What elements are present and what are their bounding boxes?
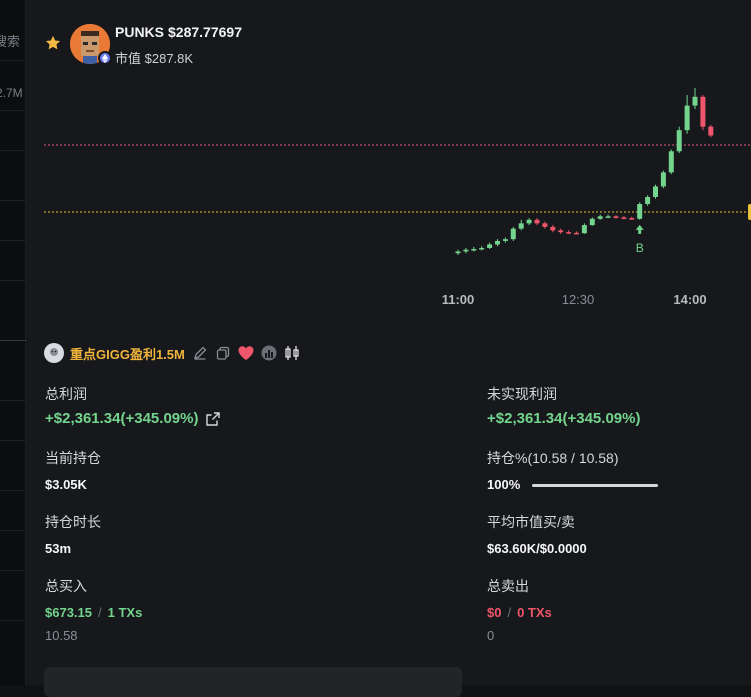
candles-group: [455, 88, 714, 255]
candle-body: [558, 230, 564, 233]
candle-body: [613, 216, 619, 218]
market-cap-label: 市值: [115, 51, 142, 66]
holding-pct-value-row: 100%: [487, 477, 659, 492]
candle-body: [463, 249, 469, 252]
current-holding-value: $3.05K: [45, 477, 87, 492]
total-profit-stat: 总利润 +$2,361.34(+345.09%): [45, 384, 221, 427]
avg-mcap-value: $63.60K/$0.0000: [487, 541, 587, 556]
total-sell-txs: 0 TXs: [517, 605, 552, 620]
trader-name: 重点GIGG盈利1.5M: [70, 346, 185, 362]
candle-body: [645, 196, 651, 205]
total-sell-sub: 0: [487, 628, 495, 643]
candle-body: [566, 232, 572, 234]
candle-body: [676, 130, 682, 152]
holding-pct-value: 100%: [487, 477, 521, 492]
current-holding-label: 当前持仓: [45, 450, 101, 466]
candle-body: [534, 219, 540, 224]
background-value-fragment: 2.7M: [0, 86, 23, 100]
candle-body: [653, 186, 658, 197]
candle-body: [629, 218, 635, 220]
candle-body: [574, 232, 579, 235]
candle-body: [621, 217, 627, 219]
buy-marker-label: B: [636, 241, 644, 255]
market-cap-value: $287.8K: [144, 51, 194, 66]
analytics-icon[interactable]: [260, 344, 278, 362]
total-profit-value-row: +$2,361.34(+345.09%): [45, 410, 221, 427]
candle-body: [581, 225, 587, 234]
total-buy-value-row: $673.15 / 1 TXs: [45, 605, 142, 620]
total-sell-sep: /: [507, 605, 512, 620]
total-sell-amount: $0: [487, 605, 502, 620]
total-profit-label: 总利润: [45, 386, 87, 402]
star-icon[interactable]: [44, 34, 62, 52]
external-link-icon[interactable]: [205, 411, 221, 427]
holding-time-label: 持仓时长: [45, 514, 101, 530]
candle-body: [479, 247, 485, 250]
token-symbol: PUNKS: [115, 24, 165, 40]
x-tick-label: 11:00: [442, 292, 475, 307]
total-profit-value: +$2,361.34(+345.09%): [45, 410, 199, 427]
candle-body: [526, 219, 532, 224]
candle-body: [637, 204, 643, 219]
x-tick-label: 14:00: [673, 292, 706, 307]
total-sell-stat: 总卖出 $0 / 0 TXs 0: [487, 576, 552, 643]
candle-body: [708, 126, 714, 136]
total-buy-sep: /: [98, 605, 102, 620]
candle-body: [518, 223, 524, 229]
holding-time-stat: 持仓时长 53m: [45, 512, 101, 556]
candle-body: [684, 105, 690, 131]
token-market-cap: 市值 $287.8K: [115, 48, 193, 67]
holding-pct-stat: 持仓%(10.58 / 10.58) 100%: [487, 448, 659, 492]
holding-time-value: 53m: [45, 541, 72, 556]
candle-body: [455, 251, 461, 254]
candle-body: [542, 223, 548, 227]
price-candlestick-chart[interactable]: B 11:00 12:30 14:00: [26, 80, 751, 320]
trader-avatar[interactable]: [44, 343, 64, 363]
bottom-card: [44, 667, 462, 697]
candle-body: [495, 240, 500, 245]
background-search-fragment: 搜索: [0, 34, 21, 49]
candle-body: [502, 239, 508, 241]
buy-marker-group: B: [635, 224, 644, 255]
token-title: PUNKS $287.77697: [115, 24, 242, 40]
total-buy-stat: 总买入 $673.15 / 1 TXs 10.58: [45, 576, 142, 643]
unrealized-profit-label: 未实现利润: [487, 386, 557, 402]
candle-body: [605, 216, 611, 218]
candle-body: [589, 218, 595, 226]
total-buy-amount: $673.15: [45, 605, 92, 620]
candle-body: [471, 249, 477, 251]
background-sidebar: 搜索 2.7M: [0, 0, 26, 685]
holding-pct-bar: [532, 484, 659, 488]
total-buy-label: 总买入: [45, 578, 87, 594]
candle-body: [668, 151, 674, 173]
total-sell-value-row: $0 / 0 TXs: [487, 605, 552, 620]
candle-body: [692, 96, 698, 106]
candle-body: [597, 216, 603, 219]
holding-pct-label: 持仓%(10.58 / 10.58): [487, 450, 619, 466]
x-axis-ticks: 11:00 12:30 14:00: [442, 292, 707, 307]
candle-body: [550, 226, 556, 231]
trader-row: 重点GIGG盈利1.5M: [44, 342, 306, 364]
current-holding-stat: 当前持仓 $3.05K: [45, 448, 101, 492]
eth-chain-icon: [98, 51, 112, 65]
total-sell-label: 总卖出: [487, 578, 529, 594]
total-buy-txs: 1 TXs: [107, 605, 143, 620]
candle-body: [487, 244, 493, 248]
candle-body: [510, 228, 516, 240]
candlestick-icon[interactable]: [283, 344, 301, 362]
buy-marker-arrow: [635, 224, 644, 234]
candle-body: [700, 96, 706, 127]
unrealized-profit-stat: 未实现利润 +$2,361.34(+345.09%): [487, 384, 640, 427]
total-buy-sub: 10.58: [45, 628, 78, 643]
token-price: $287.77697: [168, 24, 242, 40]
unrealized-profit-value: +$2,361.34(+345.09%): [487, 410, 641, 427]
avg-mcap-stat: 平均市值买/卖 $63.60K/$0.0000: [487, 512, 587, 556]
trader-position-panel: PUNKS $287.77697 市值 $287.8K B 11:00 12:30 1…: [26, 0, 751, 697]
copy-icon[interactable]: [214, 344, 232, 362]
avg-mcap-label: 平均市值买/卖: [487, 514, 575, 530]
edit-icon[interactable]: [191, 344, 209, 362]
heart-icon[interactable]: [237, 344, 255, 362]
candle-body: [660, 172, 666, 187]
x-tick-label: 12:30: [562, 292, 595, 307]
